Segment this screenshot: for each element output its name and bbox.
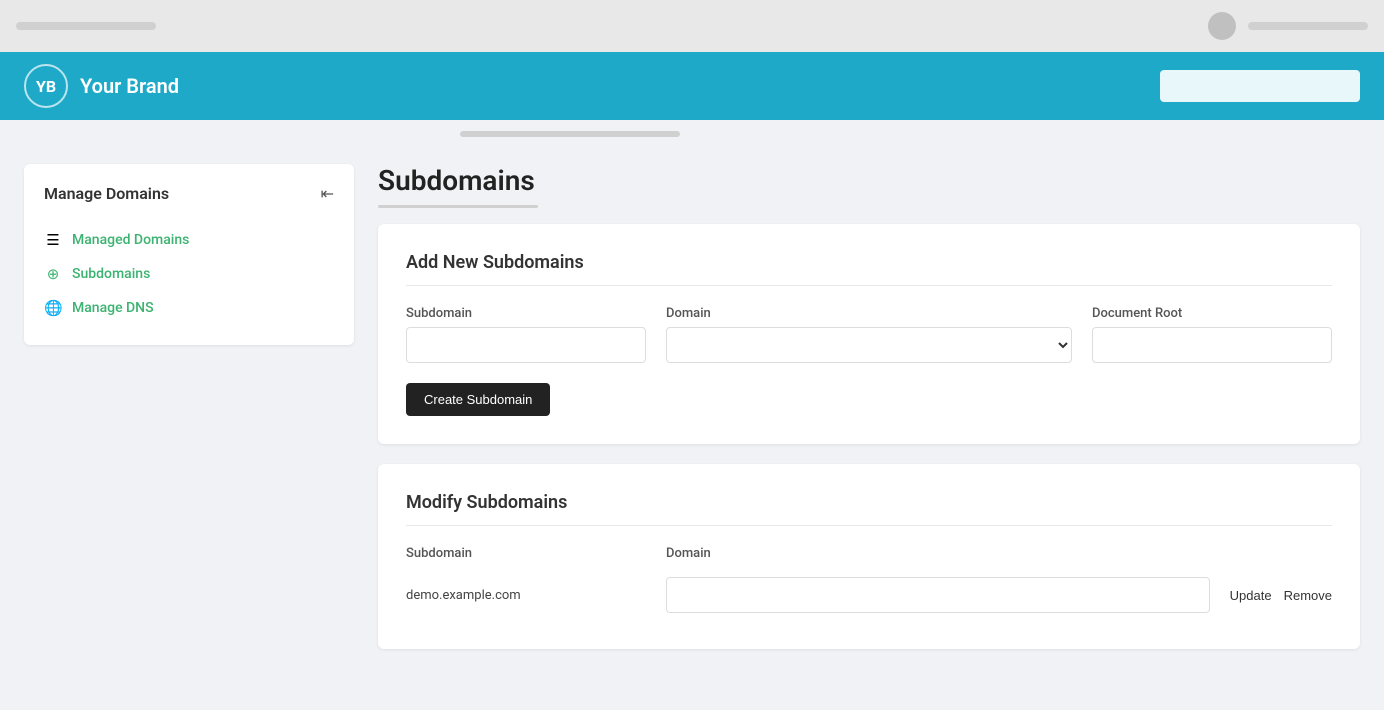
card-divider <box>406 285 1332 286</box>
domain-col-header: Domain <box>666 546 1332 561</box>
domain-field-group: Domain <box>666 306 1072 363</box>
document-root-label: Document Root <box>1092 306 1332 321</box>
modify-card-divider <box>406 525 1332 526</box>
table-row: demo.example.com Update Remove <box>406 569 1332 621</box>
add-subdomains-card: Add New Subdomains Subdomain Domain Docu… <box>378 224 1360 444</box>
sidebar: Manage Domains ⇤ ☰ Managed Domains ⊕ Sub… <box>24 164 354 345</box>
subdomain-input[interactable] <box>406 327 646 363</box>
document-root-input[interactable] <box>1092 327 1332 363</box>
content-area: Subdomains Add New Subdomains Subdomain … <box>378 148 1360 669</box>
subdomain-col-header: Subdomain <box>406 546 646 561</box>
page-title-underline <box>378 205 538 208</box>
collapse-icon[interactable]: ⇤ <box>321 184 334 203</box>
modify-domain-input[interactable] <box>666 577 1210 613</box>
domain-label: Domain <box>666 306 1072 321</box>
sidebar-item-managed-domains[interactable]: ☰ Managed Domains <box>44 223 334 257</box>
scroll-indicator <box>0 120 1384 148</box>
row-actions: Update Remove <box>1230 588 1332 603</box>
sidebar-title: Manage Domains <box>44 184 169 203</box>
brand-name: Your Brand <box>80 74 179 98</box>
browser-bar-right <box>1248 22 1368 30</box>
domain-select[interactable] <box>666 327 1072 363</box>
row-domain-input <box>666 577 1210 613</box>
nav-search-input[interactable] <box>1160 70 1360 102</box>
modify-subdomains-card: Modify Subdomains Subdomain Domain demo.… <box>378 464 1360 649</box>
page-title: Subdomains <box>378 164 1360 197</box>
sidebar-item-label-manage-dns: Manage DNS <box>72 300 154 316</box>
globe-icon: 🌐 <box>44 299 62 317</box>
update-button[interactable]: Update <box>1230 588 1272 603</box>
modify-table-headers: Subdomain Domain <box>406 546 1332 561</box>
browser-scroll-bar <box>16 22 156 30</box>
row-subdomain: demo.example.com <box>406 588 646 603</box>
brand-logo: YB <box>24 64 68 108</box>
sidebar-item-manage-dns[interactable]: 🌐 Manage DNS <box>44 291 334 325</box>
docroot-field-group: Document Root <box>1092 306 1332 363</box>
subdomain-label: Subdomain <box>406 306 646 321</box>
browser-avatar <box>1208 12 1236 40</box>
top-nav: YB Your Brand <box>0 52 1384 120</box>
create-subdomain-button[interactable]: Create Subdomain <box>406 383 550 416</box>
main-layout: Manage Domains ⇤ ☰ Managed Domains ⊕ Sub… <box>0 148 1384 693</box>
scroll-bar <box>460 131 680 137</box>
modify-card-title: Modify Subdomains <box>406 492 1332 513</box>
sidebar-item-label-managed-domains: Managed Domains <box>72 232 189 248</box>
sidebar-header: Manage Domains ⇤ <box>44 184 334 203</box>
sidebar-item-label-subdomains: Subdomains <box>72 266 150 282</box>
sidebar-item-subdomains[interactable]: ⊕ Subdomains <box>44 257 334 291</box>
add-form-row: Subdomain Domain Document Root <box>406 306 1332 363</box>
subdomain-field-group: Subdomain <box>406 306 646 363</box>
subdomain-icon: ⊕ <box>44 265 62 283</box>
add-card-title: Add New Subdomains <box>406 252 1332 273</box>
list-icon: ☰ <box>44 231 62 249</box>
page-title-section: Subdomains <box>378 164 1360 208</box>
remove-button[interactable]: Remove <box>1284 588 1332 603</box>
browser-chrome <box>0 0 1384 52</box>
